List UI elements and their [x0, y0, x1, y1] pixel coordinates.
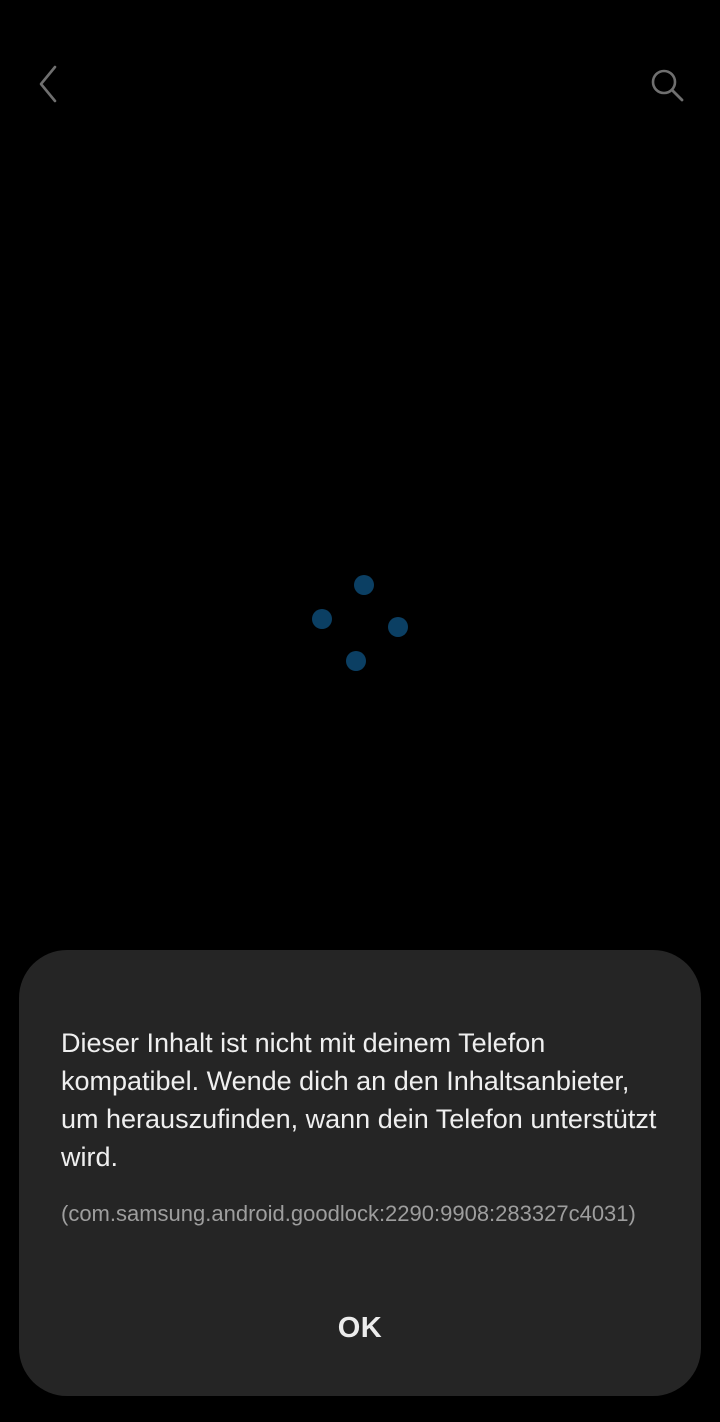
search-icon	[651, 69, 684, 102]
incompatible-content-dialog: Dieser Inhalt ist nicht mit deinem Telef…	[19, 950, 701, 1396]
loading-dot	[346, 651, 366, 671]
loading-dot	[312, 609, 332, 629]
dialog-message: Dieser Inhalt ist nicht mit deinem Telef…	[61, 1028, 657, 1172]
loading-dot	[388, 617, 408, 637]
ok-button[interactable]: OK	[260, 1296, 460, 1360]
chevron-left-icon	[39, 65, 57, 103]
back-button[interactable]	[26, 58, 70, 110]
search-button[interactable]	[642, 60, 692, 110]
loading-dots-icon	[300, 565, 420, 685]
dialog-error-code: (com.samsung.android.goodlock:2290:9908:…	[61, 1201, 636, 1226]
top-app-bar	[0, 0, 720, 170]
loading-dot	[354, 575, 374, 595]
